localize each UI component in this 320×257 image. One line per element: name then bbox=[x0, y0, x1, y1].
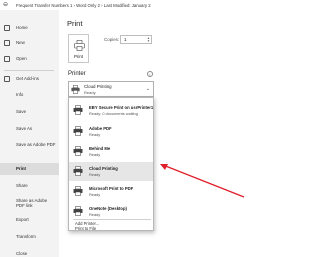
printer-option-name: Microsoft Print to PDF bbox=[89, 185, 134, 191]
nav-print[interactable]: Print bbox=[0, 163, 59, 175]
printer-option-name: Cloud Printing bbox=[89, 165, 118, 171]
nav-export-label: Export bbox=[16, 217, 29, 222]
printer-option-name: OneNote (Desktop) bbox=[89, 205, 127, 211]
printer-option-status: Ready bbox=[89, 171, 101, 177]
nav-save-as[interactable]: Save As bbox=[0, 123, 59, 135]
printer-icon bbox=[73, 166, 83, 176]
print-pane: Print Print Copies: 1 ▲ ▼ Printer i Cloud… bbox=[59, 10, 267, 257]
copies-stepper[interactable]: 1 ▲ ▼ bbox=[120, 35, 152, 44]
nav-print-label: Print bbox=[16, 166, 27, 171]
printer-icon bbox=[73, 146, 83, 156]
printer-option-status: Ready bbox=[89, 151, 101, 157]
nav-save-as-adobe-pdf[interactable]: Save as Adobe PDF bbox=[0, 140, 59, 152]
chevron-down-icon: ⌄ bbox=[145, 86, 150, 92]
nav-get-add-ins-label: Get Add-ins bbox=[16, 76, 39, 81]
printer-option-status: Ready bbox=[89, 131, 101, 137]
spin-arrows-icon[interactable]: ▲ ▼ bbox=[147, 36, 150, 45]
printer-option-selected[interactable]: Cloud Printing Ready bbox=[69, 162, 153, 181]
printer-select[interactable]: Cloud Printing Ready ⌄ bbox=[68, 81, 154, 97]
printer-option-name: Adobe PDF bbox=[89, 125, 112, 131]
nav-info-label: Info bbox=[16, 92, 24, 97]
printer-option-name: Behind Me bbox=[89, 145, 111, 151]
printer-heading: Printer bbox=[68, 71, 86, 77]
printer-icon bbox=[73, 126, 83, 136]
print-button[interactable]: Print bbox=[68, 34, 89, 63]
document-path: Frequent Transfer Numbers 1 › Word Only … bbox=[16, 2, 151, 8]
nav-home-label: Home bbox=[16, 25, 28, 30]
printer-dropdown-list: EBY Secure Print on usrPrinter1 Ready: 0… bbox=[68, 97, 154, 231]
title-bar: ⊖ Frequent Transfer Numbers 1 › Word Onl… bbox=[0, 0, 267, 10]
nav-save-label: Save bbox=[16, 109, 27, 114]
copies-value: 1 bbox=[124, 37, 127, 42]
nav-new-label: New bbox=[16, 40, 25, 45]
backstage-sidebar: Home New Open Get Add-ins Info Save Save… bbox=[0, 10, 59, 257]
info-icon[interactable]: i bbox=[147, 71, 153, 77]
printer-option[interactable]: Behind Me Ready bbox=[69, 142, 153, 161]
nav-share-label: Share bbox=[16, 183, 28, 188]
copies-label: Copies: bbox=[104, 37, 120, 42]
new-document-icon bbox=[4, 40, 10, 46]
page-title: Print bbox=[67, 19, 83, 28]
nav-save[interactable]: Save bbox=[0, 106, 59, 118]
print-to-file-link[interactable]: Print to File bbox=[75, 226, 96, 232]
nav-share[interactable]: Share bbox=[0, 180, 59, 192]
printer-icon bbox=[74, 40, 85, 51]
nav-new[interactable]: New bbox=[0, 37, 59, 49]
nav-share-adobe-pdf-link-label: Share as Adobe PDF link bbox=[16, 197, 48, 208]
back-arrow-icon[interactable]: ⊖ bbox=[3, 1, 8, 9]
nav-share-adobe-pdf-link[interactable]: Share as Adobe PDF link bbox=[0, 196, 59, 208]
print-button-label: Print bbox=[73, 54, 84, 59]
nav-get-add-ins[interactable]: Get Add-ins bbox=[0, 73, 59, 85]
printer-icon bbox=[73, 206, 83, 216]
selected-printer-status: Ready bbox=[84, 90, 96, 95]
nav-close[interactable]: Close bbox=[0, 248, 59, 257]
printer-option-status: Ready: 0 documents waiting bbox=[89, 110, 138, 116]
nav-save-as-label: Save As bbox=[16, 126, 33, 131]
nav-transform[interactable]: Transform bbox=[0, 231, 59, 243]
nav-export[interactable]: Export bbox=[0, 214, 59, 226]
printer-option[interactable]: EBY Secure Print on usrPrinter1 Ready: 0… bbox=[69, 101, 153, 120]
add-ins-icon bbox=[4, 76, 10, 82]
nav-save-as-adobe-pdf-label: Save as Adobe PDF bbox=[16, 141, 56, 147]
open-folder-icon bbox=[4, 56, 10, 62]
home-icon bbox=[4, 25, 10, 31]
printer-option-status: Ready bbox=[89, 191, 101, 197]
printer-icon bbox=[73, 186, 83, 196]
sidebar-divider bbox=[4, 70, 54, 71]
printer-icon bbox=[71, 85, 80, 94]
nav-open[interactable]: Open bbox=[0, 53, 59, 65]
nav-open-label: Open bbox=[16, 56, 27, 61]
printer-option-status: Ready bbox=[89, 211, 101, 217]
nav-close-label: Close bbox=[16, 251, 28, 256]
printer-option[interactable]: Adobe PDF Ready bbox=[69, 122, 153, 141]
printer-option[interactable]: Microsoft Print to PDF Ready bbox=[69, 182, 153, 201]
nav-info[interactable]: Info bbox=[0, 89, 59, 101]
nav-transform-label: Transform bbox=[16, 234, 36, 239]
nav-home[interactable]: Home bbox=[0, 22, 59, 34]
printer-icon bbox=[73, 105, 83, 115]
printer-option-name: EBY Secure Print on usrPrinter1 bbox=[89, 104, 154, 110]
dropdown-divider bbox=[73, 219, 151, 220]
